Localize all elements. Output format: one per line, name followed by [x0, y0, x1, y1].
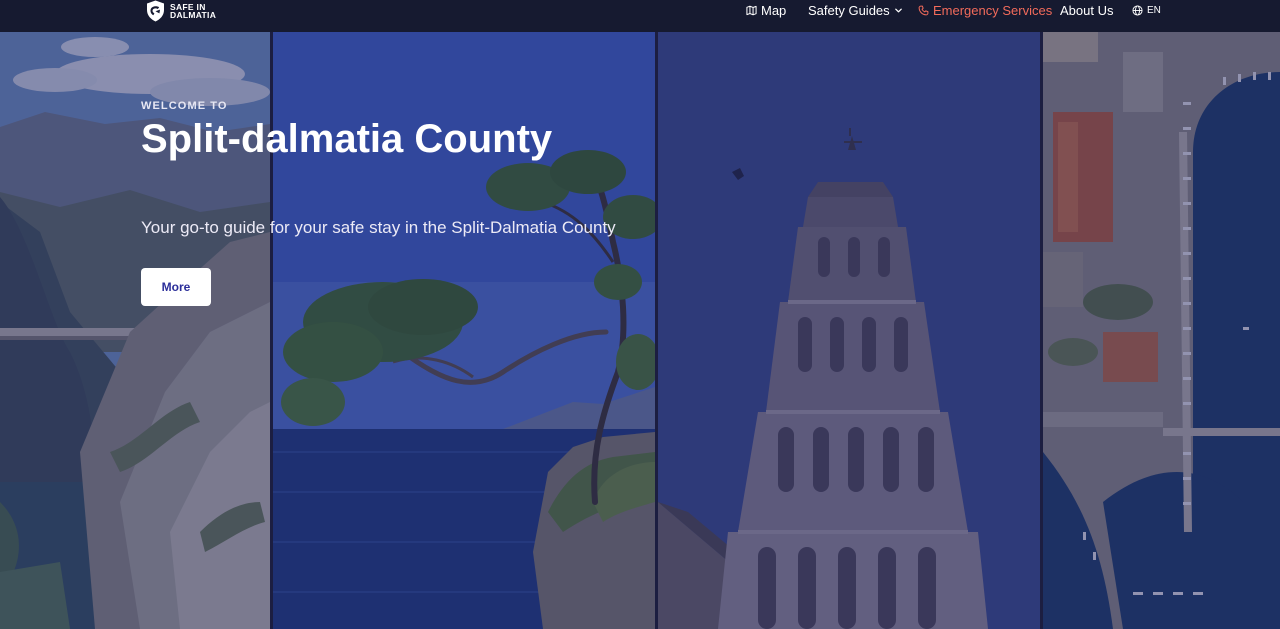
- chevron-down-icon: [894, 8, 902, 12]
- nav-item-map[interactable]: Map: [746, 0, 786, 20]
- nav-item-safety-guides[interactable]: Safety Guides: [808, 0, 903, 20]
- globe-icon: [1132, 4, 1143, 16]
- hero-title: Split-dalmatia County: [141, 117, 553, 161]
- hero-section: WELCOME TO Split-dalmatia County Your go…: [0, 32, 1280, 629]
- site-logo[interactable]: SAFE IN DALMATIA: [146, 0, 216, 22]
- brand-name: SAFE IN DALMATIA: [170, 3, 217, 20]
- nav-about-label: About Us: [1060, 2, 1114, 18]
- more-button[interactable]: More: [141, 268, 211, 306]
- nav-item-about-us[interactable]: About Us: [1060, 0, 1113, 20]
- nav-emergency-label: Emergency Services: [933, 2, 1053, 18]
- hero-subtitle: Your go-to guide for your safe stay in t…: [141, 218, 616, 237]
- language-selector[interactable]: EN: [1132, 0, 1161, 20]
- shield-logo-icon: [147, 0, 164, 22]
- hero-eyebrow: WELCOME TO: [141, 100, 228, 112]
- language-label: EN: [1147, 4, 1161, 16]
- nav-safety-guides-label: Safety Guides: [808, 2, 890, 18]
- phone-icon: [918, 5, 929, 15]
- nav-item-emergency-services[interactable]: Emergency Services: [918, 0, 1052, 20]
- nav-map-label: Map: [761, 2, 787, 18]
- brand-line-2: DALMATIA: [170, 10, 217, 20]
- top-navigation: SAFE IN DALMATIA Map Safety Guides Emerg…: [0, 0, 1280, 32]
- map-icon: [746, 5, 757, 15]
